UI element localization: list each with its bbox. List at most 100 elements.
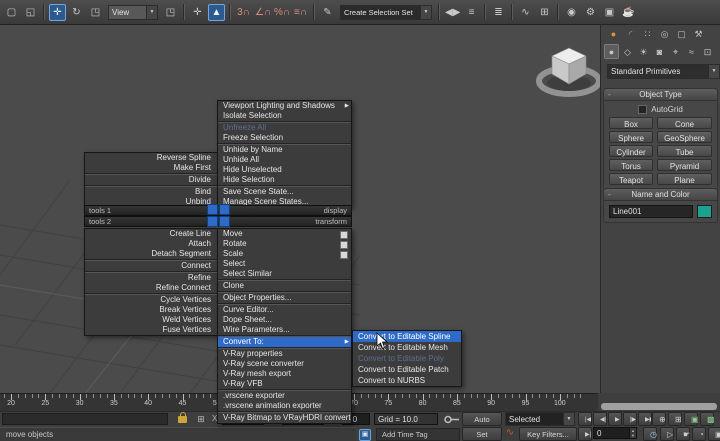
key-mode-toggle-button[interactable]: ▶| <box>578 427 592 441</box>
menu-item[interactable]: Object Properties... <box>218 293 351 303</box>
menu-item[interactable]: Attach <box>85 239 217 249</box>
menu-item[interactable]: Convert to Editable Spline <box>353 331 461 342</box>
zoom-region-button[interactable]: ▷ <box>660 427 674 441</box>
percent-snap-icon[interactable]: %∩ <box>273 4 290 21</box>
menu-item[interactable]: Dope Sheet... <box>218 315 351 325</box>
menu-item[interactable]: Hide Unselected <box>218 165 351 175</box>
menu-item[interactable]: Create Line <box>85 229 217 239</box>
menu-item[interactable]: Convert to Editable Mesh <box>353 342 461 353</box>
rendered-frame-window-icon[interactable]: ▣ <box>601 4 618 21</box>
new-key-default-in-out-icon[interactable]: ∿ <box>503 427 517 439</box>
menu-item[interactable]: Refine Connect <box>85 283 217 293</box>
trackbar-scrollbar[interactable] <box>601 403 717 410</box>
autogrid-checkbox[interactable] <box>638 105 647 114</box>
menu-item[interactable]: Convert to Editable Patch <box>353 364 461 375</box>
zoom-button[interactable]: ⊕ <box>652 412 666 426</box>
menu-item[interactable]: Scale <box>218 249 351 259</box>
spinner-snap-icon[interactable]: ≡∩ <box>292 4 309 21</box>
cameras-category-icon[interactable]: ◙ <box>652 44 667 59</box>
render-setup-icon[interactable]: ⚙ <box>582 4 599 21</box>
select-and-scale-icon[interactable]: ◳ <box>87 4 104 21</box>
primitive-button[interactable]: Sphere <box>609 131 653 143</box>
menu-item[interactable]: V-Ray VFB <box>218 379 351 389</box>
menu-item[interactable]: Refine <box>85 273 217 283</box>
play-button[interactable]: ▶ <box>608 412 622 426</box>
pan-view-button[interactable]: ☛ <box>676 427 690 441</box>
material-editor-icon[interactable]: ◉ <box>563 4 580 21</box>
window-crossing-toggle-icon[interactable]: ◱ <box>22 4 39 21</box>
auto-key-button[interactable]: Auto Key <box>462 412 502 426</box>
align-icon[interactable]: ≡ <box>463 4 480 21</box>
menu-item[interactable]: Connect <box>85 261 217 271</box>
menu-item[interactable]: Cycle Vertices <box>85 295 217 305</box>
geometry-category-icon[interactable]: ● <box>604 44 619 59</box>
primitive-button[interactable]: Tube <box>657 145 712 157</box>
zoom-all-button[interactable]: ⊞ <box>668 412 682 426</box>
angle-snap-icon[interactable]: ∠∩ <box>254 4 271 21</box>
lights-category-icon[interactable]: ☀ <box>636 44 651 59</box>
menu-item[interactable]: Convert to NURBS <box>353 375 461 386</box>
menu-item[interactable]: Hide Selection <box>218 175 351 185</box>
previous-frame-button[interactable]: ◀| <box>593 412 607 426</box>
orbit-button[interactable]: ◔ <box>692 427 706 441</box>
rectangular-selection-region-icon[interactable]: ▢ <box>3 4 20 21</box>
utilities-tab-icon[interactable]: ⚒ <box>690 27 707 42</box>
snaps-toggle-3d-icon[interactable]: 3∩ <box>235 4 252 21</box>
select-and-rotate-icon[interactable]: ↻ <box>68 4 85 21</box>
name-color-rollout-header[interactable]: - Name and Color <box>604 189 717 201</box>
zoom-extents-all-button[interactable]: ▩ <box>700 412 714 426</box>
menu-item[interactable]: Detach Segment <box>85 249 217 259</box>
menu-item[interactable]: V-Ray scene converter <box>218 359 351 369</box>
object-type-rollout-header[interactable]: - Object Type <box>604 89 717 101</box>
menu-item[interactable]: Make First <box>85 163 217 173</box>
absolute-mode-toggle-icon[interactable]: ⊞ <box>194 413 208 425</box>
primitive-button[interactable]: Pyramid <box>657 159 712 171</box>
menu-item[interactable]: Move <box>218 229 351 239</box>
object-color-swatch[interactable] <box>697 205 712 218</box>
menu-item[interactable]: Isolate Selection <box>218 111 351 121</box>
menu-item[interactable]: V-Ray Bitmap to VRayHDRI converter <box>218 413 351 423</box>
primitive-button[interactable]: Teapot <box>609 173 653 185</box>
named-selection-set-dropdown[interactable]: Create Selection Set ▼ <box>340 5 432 20</box>
menu-item[interactable]: Convert To: <box>218 337 351 347</box>
create-tab-icon[interactable]: ● <box>605 27 622 42</box>
go-to-end-button[interactable]: ▶▶| <box>638 412 652 426</box>
menu-item[interactable]: V-Ray properties <box>218 349 351 359</box>
curve-editor-icon[interactable]: ∿ <box>517 4 534 21</box>
menu-item[interactable]: Reverse Spline <box>85 153 217 163</box>
track-bar[interactable] <box>2 413 168 425</box>
primitive-button[interactable]: Box <box>609 117 653 129</box>
menu-item[interactable]: Fuse Vertices <box>85 325 217 335</box>
maximize-viewport-toggle-button[interactable]: ▣ <box>708 427 720 441</box>
keyboard-shortcut-override-icon[interactable]: ✎ <box>319 4 336 21</box>
quad-center-indicator[interactable] <box>207 204 230 227</box>
menu-item[interactable]: Unfreeze All <box>218 123 351 133</box>
menu-item[interactable]: Clone <box>218 281 351 291</box>
primitive-button[interactable]: Plane <box>657 173 712 185</box>
selection-lock-icon[interactable] <box>178 416 187 423</box>
viewcube[interactable] <box>532 40 600 100</box>
menu-item[interactable]: Save Scene State... <box>218 187 351 197</box>
menu-item[interactable]: Curve Editor... <box>218 305 351 315</box>
time-configuration-button[interactable]: ◷ <box>643 427 657 441</box>
menu-item[interactable]: Divide <box>85 175 217 185</box>
menu-item[interactable]: Select <box>218 259 351 269</box>
menu-item[interactable]: .vrscene animation exporter <box>218 401 351 411</box>
display-tab-icon[interactable]: ▢ <box>673 27 690 42</box>
menu-item[interactable]: Wire Parameters... <box>218 325 351 335</box>
menu-item[interactable]: .vrscene exporter <box>218 391 351 401</box>
menu-item[interactable]: Freeze Selection <box>218 133 351 143</box>
menu-item[interactable]: Bind <box>85 187 217 197</box>
menu-item[interactable]: Rotate <box>218 239 351 249</box>
render-production-icon[interactable]: ☕ <box>620 4 637 21</box>
transform-gizmo-toggle-icon[interactable]: ▲ <box>208 4 225 21</box>
motion-tab-icon[interactable]: ◎ <box>656 27 673 42</box>
menu-item[interactable]: Select Similar <box>218 269 351 279</box>
current-frame-field[interactable]: 0 ▲▼ <box>593 427 637 439</box>
set-key-button[interactable]: Set Key <box>462 427 502 441</box>
menu-item[interactable]: Break Vertices <box>85 305 217 315</box>
mirror-icon[interactable]: ◀▶ <box>444 4 461 21</box>
menu-item[interactable]: Weld Vertices <box>85 315 217 325</box>
reference-coordinate-dropdown[interactable]: View ▼ <box>108 5 158 20</box>
menu-item[interactable]: Unhide by Name <box>218 145 351 155</box>
